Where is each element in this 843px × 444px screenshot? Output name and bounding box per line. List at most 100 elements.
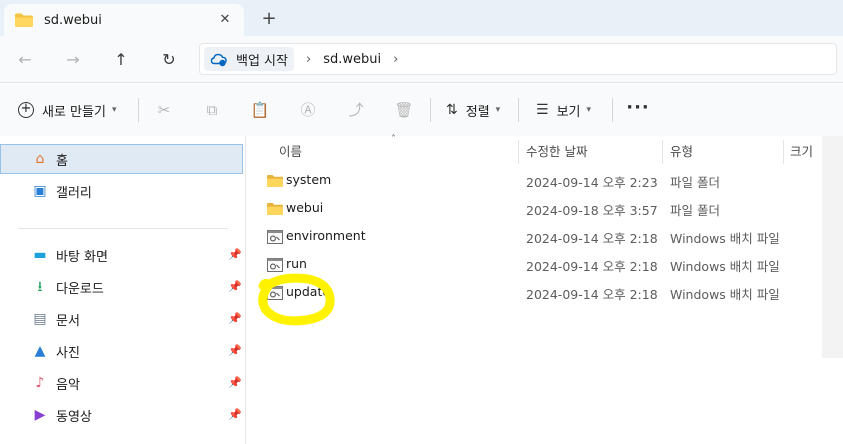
divider (612, 98, 613, 122)
divider (18, 228, 228, 229)
sidebar-item-label: 홈 (56, 153, 68, 169)
file-date: 2024-09-14 오후 2:18 (526, 259, 658, 274)
download-icon: ⭳ (37, 279, 43, 295)
view-button-label: 보기 (556, 104, 581, 120)
new-button[interactable]: + 새로 만들기 ▾ (12, 96, 122, 124)
videos-icon: ▶ (34, 407, 46, 423)
file-type: Windows 배치 파일 (670, 231, 780, 246)
sidebar-item-label: 다운로드 (56, 281, 104, 297)
column-divider[interactable] (518, 140, 519, 164)
column-divider[interactable] (662, 140, 663, 164)
pin-icon[interactable]: 📌 (228, 344, 242, 357)
sidebar-item-desktop[interactable]: ▬ 바탕 화면 (0, 240, 108, 270)
breadcrumb-chevron-icon[interactable]: › (306, 52, 311, 67)
sidebar-item-label: 사진 (56, 345, 80, 361)
sidebar-item-home[interactable]: ⌂ 홈 (0, 144, 243, 174)
file-type: 파일 폴더 (670, 203, 720, 218)
file-type: Windows 배치 파일 (670, 259, 780, 274)
vertical-scrollbar[interactable] (822, 136, 843, 358)
column-divider[interactable] (783, 140, 784, 164)
file-name: system (286, 172, 332, 187)
column-header-size[interactable]: 크기 (790, 140, 813, 164)
pin-icon[interactable]: 📌 (228, 248, 242, 261)
pin-icon[interactable]: 📌 (228, 376, 242, 389)
sidebar-item-label: 문서 (56, 313, 80, 329)
pin-icon[interactable]: 📌 (228, 280, 242, 293)
file-name: update (286, 284, 331, 299)
close-tab-icon[interactable]: ✕ (216, 11, 234, 29)
file-row-webui[interactable]: webui 2024-09-18 오후 3:57 파일 폴더 (262, 196, 822, 222)
sidebar-item-videos[interactable]: ▶ 동영상 (0, 400, 92, 430)
sidebar-item-pictures[interactable]: ▲ 사진 (0, 336, 80, 366)
column-header-name[interactable]: 이름 (279, 140, 302, 164)
breadcrumb-root[interactable]: 백업 시작 (204, 47, 294, 71)
folder-icon (267, 203, 283, 215)
share-icon[interactable]: ⤴ (346, 100, 366, 120)
column-header-type[interactable]: 유형 (670, 140, 693, 164)
address-bar[interactable]: 백업 시작 › sd.webui › (199, 43, 837, 75)
divider (518, 98, 519, 122)
sidebar-item-label: 음악 (56, 377, 80, 393)
sidebar-item-documents[interactable]: ▤ 문서 (0, 304, 80, 334)
divider (138, 98, 139, 122)
file-date: 2024-09-18 오후 3:57 (526, 203, 658, 218)
new-button-label: 새로 만들기 (42, 104, 106, 120)
pin-icon[interactable]: 📌 (228, 312, 242, 325)
new-tab-button[interactable]: + (258, 8, 280, 30)
file-type: 파일 폴더 (670, 175, 720, 190)
breadcrumb-folder[interactable]: sd.webui (323, 52, 381, 67)
tab-title: sd.webui (44, 12, 102, 28)
file-row-environment[interactable]: environment 2024-09-14 오후 2:18 Windows 배… (262, 224, 822, 250)
view-list-icon: ☰ (536, 102, 549, 118)
pin-icon[interactable]: 📌 (228, 408, 242, 421)
column-header-date[interactable]: 수정한 날짜 (526, 140, 587, 164)
sort-button-label: 정렬 (465, 104, 490, 120)
copy-icon[interactable]: ⧉ (202, 100, 222, 120)
chevron-down-icon: ▾ (586, 105, 592, 115)
address-row: ← → ↑ ↻ 백업 시작 › sd.webui › (0, 36, 843, 83)
file-date: 2024-09-14 오후 2:23 (526, 175, 658, 190)
file-list: ˄ 이름 수정한 날짜 유형 크기 system 2024-09-14 오후 2… (246, 134, 843, 444)
gallery-icon: ▣ (33, 183, 47, 199)
delete-icon[interactable]: 🗑 (394, 100, 414, 120)
forward-arrow-icon[interactable]: → (61, 48, 85, 72)
file-name: environment (286, 228, 366, 243)
plus-circle-icon: + (18, 102, 34, 118)
rename-icon[interactable]: Ⓐ (298, 100, 318, 120)
sidebar-item-downloads[interactable]: ⭳ 다운로드 (0, 272, 104, 302)
file-row-run[interactable]: run 2024-09-14 오후 2:18 Windows 배치 파일 (262, 252, 822, 278)
refresh-icon[interactable]: ↻ (157, 48, 181, 72)
breadcrumb-root-label: 백업 시작 (236, 53, 288, 69)
file-row-system[interactable]: system 2024-09-14 오후 2:23 파일 폴더 (262, 168, 822, 194)
paste-icon[interactable]: 📋 (250, 100, 270, 120)
sort-button[interactable]: ⇅ 정렬 ▾ (440, 96, 506, 124)
batch-file-icon (267, 258, 283, 272)
file-name: webui (286, 200, 324, 215)
chevron-down-icon: ▾ (495, 105, 501, 115)
breadcrumb-chevron-icon[interactable]: › (393, 52, 398, 67)
file-type: Windows 배치 파일 (670, 287, 780, 302)
cut-icon[interactable]: ✂ (154, 100, 174, 120)
sidebar-item-label: 바탕 화면 (56, 249, 108, 265)
sidebar-item-gallery[interactable]: ▣ 갤러리 (0, 176, 92, 206)
back-arrow-icon[interactable]: ← (13, 48, 37, 72)
folder-icon (267, 175, 283, 187)
file-name: run (286, 256, 307, 271)
tab-sd-webui[interactable]: sd.webui ✕ (4, 4, 244, 36)
command-bar: + 새로 만들기 ▾ ✂ ⧉ 📋 Ⓐ ⤴ 🗑 ⇅ 정렬 ▾ ☰ 보기 ▾ ··· (0, 84, 843, 136)
tab-strip: sd.webui ✕ + (0, 0, 843, 36)
cloud-backup-icon (210, 53, 227, 67)
sidebar-item-label: 동영상 (56, 409, 92, 425)
more-options-icon[interactable]: ··· (626, 98, 650, 122)
music-icon: ♪ (35, 375, 45, 391)
desktop-icon: ▬ (33, 247, 47, 263)
sort-ascending-icon: ˄ (391, 134, 396, 145)
up-arrow-icon[interactable]: ↑ (109, 48, 133, 72)
view-button[interactable]: ☰ 보기 ▾ (530, 96, 597, 124)
file-date: 2024-09-14 오후 2:18 (526, 231, 658, 246)
documents-icon: ▤ (33, 311, 47, 327)
file-row-update[interactable]: update 2024-09-14 오후 2:18 Windows 배치 파일 (262, 280, 822, 306)
folder-icon (15, 13, 33, 27)
home-icon: ⌂ (35, 151, 45, 167)
sidebar-item-music[interactable]: ♪ 음악 (0, 368, 80, 398)
